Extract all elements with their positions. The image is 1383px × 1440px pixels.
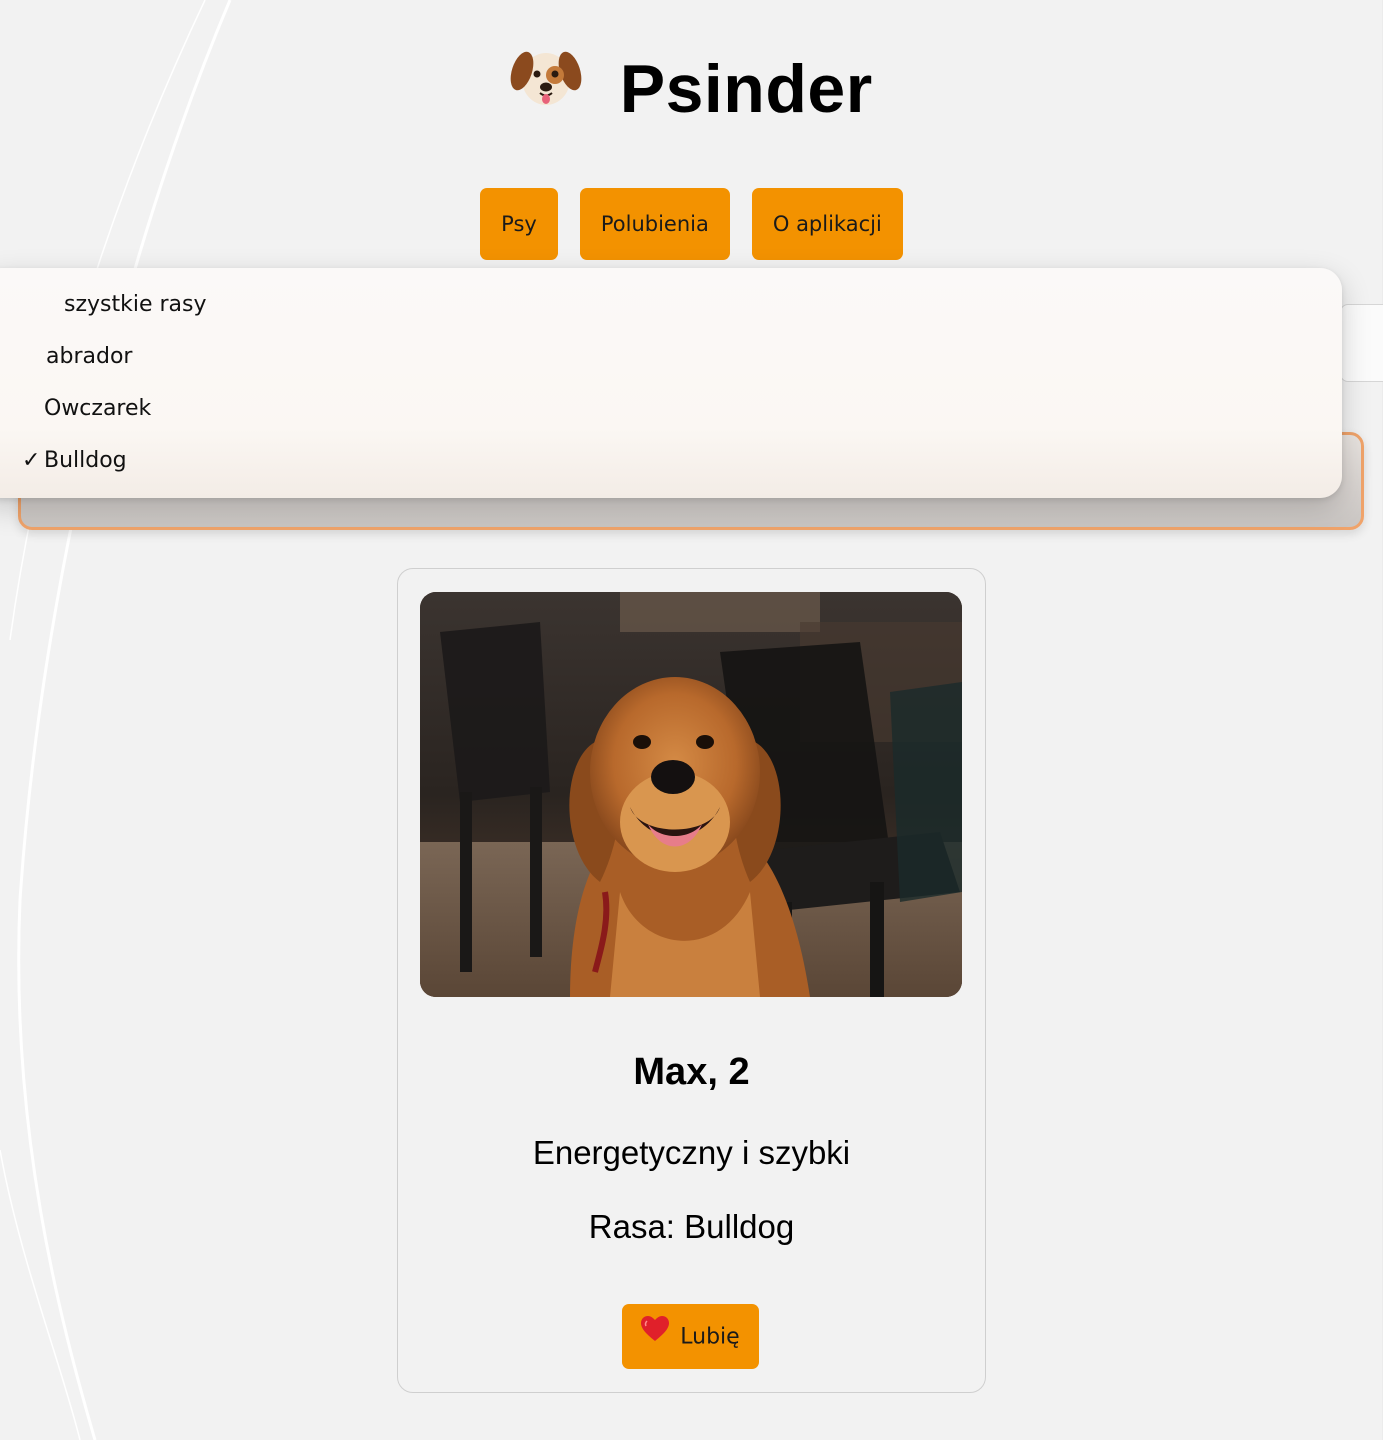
nav-button-o-aplikacji[interactable]: O aplikacji bbox=[751, 188, 903, 260]
page-title: Psinder bbox=[0, 44, 1383, 132]
dropdown-option-owczarek[interactable]: Owczarek bbox=[44, 394, 151, 424]
heart-icon bbox=[641, 1303, 670, 1368]
like-button-label: Lubię bbox=[680, 1324, 740, 1350]
dog-face-icon bbox=[510, 43, 582, 128]
main-nav: Psy Polubienia O aplikacji bbox=[0, 188, 1383, 260]
dog-description: Energetyczny i szybki bbox=[532, 1134, 851, 1171]
dog-breed: Rasa: Bulldog bbox=[588, 1208, 795, 1245]
nav-button-psy[interactable]: Psy bbox=[480, 188, 558, 260]
dog-name-age: Max, 2 bbox=[633, 1051, 750, 1093]
check-icon: ✓ bbox=[22, 448, 41, 473]
dog-photo bbox=[420, 592, 962, 997]
breed-dropdown-menu: szystkie rasy abrador Owczarek ✓ Bulldog bbox=[0, 268, 1342, 498]
dropdown-option-all-breeds[interactable]: szystkie rasy bbox=[64, 290, 207, 320]
app-page: Psinder Psy Polubienia O aplikacji szyst… bbox=[0, 0, 1383, 1440]
app-title: Psinder bbox=[619, 51, 873, 128]
dropdown-option-bulldog[interactable]: Bulldog bbox=[44, 446, 127, 476]
dropdown-option-labrador[interactable]: abrador bbox=[46, 342, 132, 372]
nav-button-polubienia[interactable]: Polubienia bbox=[579, 188, 730, 260]
dog-card: Max, 2 Energetyczny i szybki Rasa: Bulld… bbox=[397, 568, 986, 1393]
like-button[interactable]: Lubię bbox=[622, 1304, 759, 1369]
search-input[interactable] bbox=[1340, 304, 1383, 382]
